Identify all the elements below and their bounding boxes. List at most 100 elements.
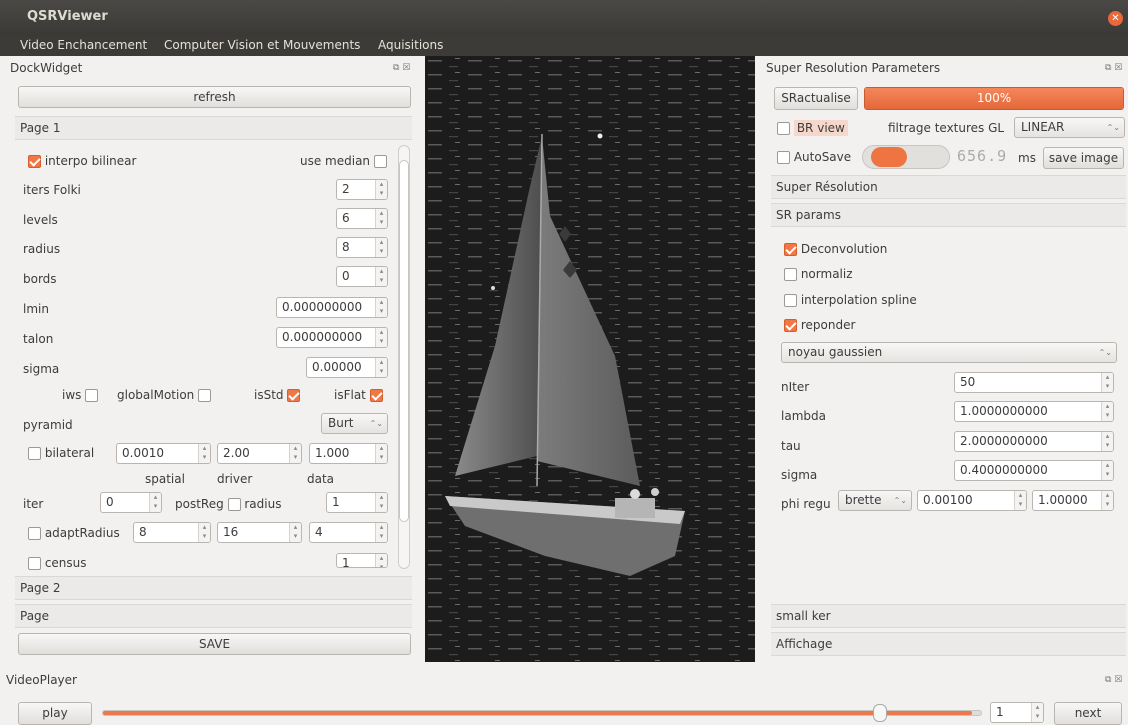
autosave-checkbox[interactable]: AutoSave [777,150,851,164]
phi-regu-spinbox-1[interactable]: 0.00100 ▴ ▾ [917,490,1027,511]
adaptradius-spinbox-1[interactable]: 8 ▴ ▾ [133,522,211,543]
lambda-spinbox[interactable]: 1.0000000000 ▴ ▾ [954,401,1114,422]
spin-arrows-icon[interactable]: ▴ ▾ [1101,491,1113,510]
talon-spinbox[interactable]: 0.000000000 ▴ ▾ [276,327,388,348]
brview-label: BR view [793,120,848,136]
census-spinbox[interactable]: 1 ▴ ▾ [336,553,388,568]
globalmotion-checkbox[interactable]: globalMotion [117,388,212,402]
census-checkbox[interactable]: census [28,556,87,570]
sigma-spinbox[interactable]: 0.00000 ▴ ▾ [306,357,388,378]
sractualise-button[interactable]: SRactualise [774,87,858,110]
adaptradius-spinbox-3[interactable]: 4 ▴ ▾ [309,522,388,543]
spin-arrows-icon[interactable]: ▴ ▾ [375,238,387,257]
spin-arrows-icon[interactable]: ▴ ▾ [1014,491,1026,510]
bilateral-data-spinbox[interactable]: 1.000 ▴ ▾ [309,443,388,464]
pyramid-combo[interactable]: Burt ⌃⌄ [321,413,388,434]
normaliz-checkbox[interactable]: normaliz [784,267,853,281]
tab-sr-params[interactable]: SR params [771,203,1126,227]
left-dock-title: DockWidget [10,61,83,75]
isstd-checkbox[interactable]: isStd [254,388,301,402]
slider-handle[interactable] [871,147,907,167]
deconvolution-checkbox[interactable]: Deconvolution [784,242,887,256]
adaptradius-checkbox[interactable]: adaptRadius [28,526,120,540]
spin-arrows-icon[interactable]: ▴ ▾ [375,554,387,567]
spin-arrows-icon[interactable]: ▴ ▾ [375,298,387,317]
filtrage-combo[interactable]: LINEAR ⌃⌄ [1014,117,1125,138]
refresh-button[interactable]: refresh [18,86,411,108]
tab-super-resolution[interactable]: Super Résolution [771,175,1126,199]
dock-float-icon[interactable]: ⧉ ☒ [1105,675,1122,685]
dock-float-icon[interactable]: ⧉ ☒ [393,63,410,73]
spin-arrows-icon[interactable]: ▴ ▾ [289,523,301,542]
iws-checkbox[interactable]: iws [62,388,99,402]
tau-spinbox[interactable]: 2.0000000000 ▴ ▾ [954,431,1114,452]
autosave-slider[interactable] [862,145,950,169]
spin-arrows-icon[interactable]: ▴ ▾ [1031,703,1043,722]
phi-regu-combo[interactable]: brette ⌃⌄ [838,490,912,511]
tab-page[interactable]: Page [15,604,412,628]
spin-arrows-icon[interactable]: ▴ ▾ [375,267,387,286]
progress-text: 100% [976,91,1012,105]
spin-arrows-icon[interactable]: ▴ ▾ [198,444,210,463]
menu-computer-vision[interactable]: Computer Vision et Mouvements [164,38,360,52]
phi-regu-spinbox-2[interactable]: 1.00000 ▴ ▾ [1032,490,1114,511]
brview-checkbox[interactable]: BR view [777,120,848,136]
frame-spinbox[interactable]: 1 ▴ ▾ [990,702,1044,723]
levels-spinbox[interactable]: 6 ▴ ▾ [336,208,388,229]
reponder-checkbox[interactable]: reponder [784,318,855,332]
spin-arrows-icon[interactable]: ▴ ▾ [149,493,161,512]
niter-spinbox[interactable]: 50 ▴ ▾ [954,372,1114,393]
spin-arrows-icon[interactable]: ▴ ▾ [375,493,387,512]
spin-arrows-icon[interactable]: ▴ ▾ [289,444,301,463]
interpolation-spline-checkbox[interactable]: interpolation spline [784,293,917,307]
interpo-bilinear-checkbox[interactable]: interpo bilinear [28,154,136,168]
spin-arrows-icon[interactable]: ▴ ▾ [1101,461,1113,480]
adaptradius-spinbox-2[interactable]: 16 ▴ ▾ [217,522,302,543]
next-button[interactable]: next [1054,702,1122,725]
isflat-checkbox[interactable]: isFlat [334,388,383,402]
seek-handle[interactable] [873,704,888,722]
tab-page1[interactable]: Page 1 [15,116,412,140]
right-dock-title: Super Resolution Parameters [766,61,941,75]
save-button[interactable]: SAVE [18,633,411,655]
iters-folki-spinbox[interactable]: 2 ▴ ▾ [336,179,388,200]
bords-spinbox[interactable]: 0 ▴ ▾ [336,266,388,287]
lmin-spinbox[interactable]: 0.000000000 ▴ ▾ [276,297,388,318]
spin-value: 1.0000000000 [960,404,1048,418]
bilateral-spatial-spinbox[interactable]: 0.0010 ▴ ▾ [116,443,211,464]
spin-arrows-icon[interactable]: ▴ ▾ [1101,402,1113,421]
spin-arrows-icon[interactable]: ▴ ▾ [1101,373,1113,392]
spin-arrows-icon[interactable]: ▴ ▾ [198,523,210,542]
spin-arrows-icon[interactable]: ▴ ▾ [375,358,387,377]
sigma-sr-spinbox[interactable]: 0.4000000000 ▴ ▾ [954,460,1114,481]
bilateral-driver-spinbox[interactable]: 2.00 ▴ ▾ [217,443,302,464]
bilateral-checkbox[interactable]: bilateral [28,446,94,460]
caption-driver: driver [217,472,253,486]
radius2-spinbox[interactable]: 1 ▴ ▾ [326,492,388,513]
seek-slider[interactable] [102,710,982,716]
combo-arrow-icon: ⌃⌄ [1106,123,1120,132]
spin-arrows-icon[interactable]: ▴ ▾ [1101,432,1113,451]
spin-arrows-icon[interactable]: ▴ ▾ [375,209,387,228]
menu-aquisitions[interactable]: Aquisitions [378,38,443,52]
tab-small-ker[interactable]: small ker [771,604,1126,628]
spin-arrows-icon[interactable]: ▴ ▾ [375,444,387,463]
spin-arrows-icon[interactable]: ▴ ▾ [375,328,387,347]
menu-video-enhancement[interactable]: Video Enchancement [20,38,147,52]
radius-spinbox[interactable]: 8 ▴ ▾ [336,237,388,258]
iter-spinbox[interactable]: 0 ▴ ▾ [100,492,162,513]
video-frame[interactable] [425,56,755,662]
spin-arrows-icon[interactable]: ▴ ▾ [375,523,387,542]
spin-value: 6 [342,211,350,225]
kernel-combo[interactable]: noyau gaussien ⌃⌄ [781,342,1117,363]
play-button[interactable]: play [18,702,92,725]
close-icon[interactable]: ✕ [1108,11,1123,26]
tab-affichage[interactable]: Affichage [771,632,1126,656]
save-image-button[interactable]: save image [1043,147,1124,169]
spin-arrows-icon[interactable]: ▴ ▾ [375,180,387,199]
tab-page2[interactable]: Page 2 [15,576,412,600]
postreg-checkbox[interactable]: postReg radius [175,497,281,511]
left-scrollbar-thumb[interactable] [399,160,409,522]
dock-float-icon[interactable]: ⧉ ☒ [1105,63,1122,73]
use-median-checkbox[interactable]: use median [300,154,387,168]
